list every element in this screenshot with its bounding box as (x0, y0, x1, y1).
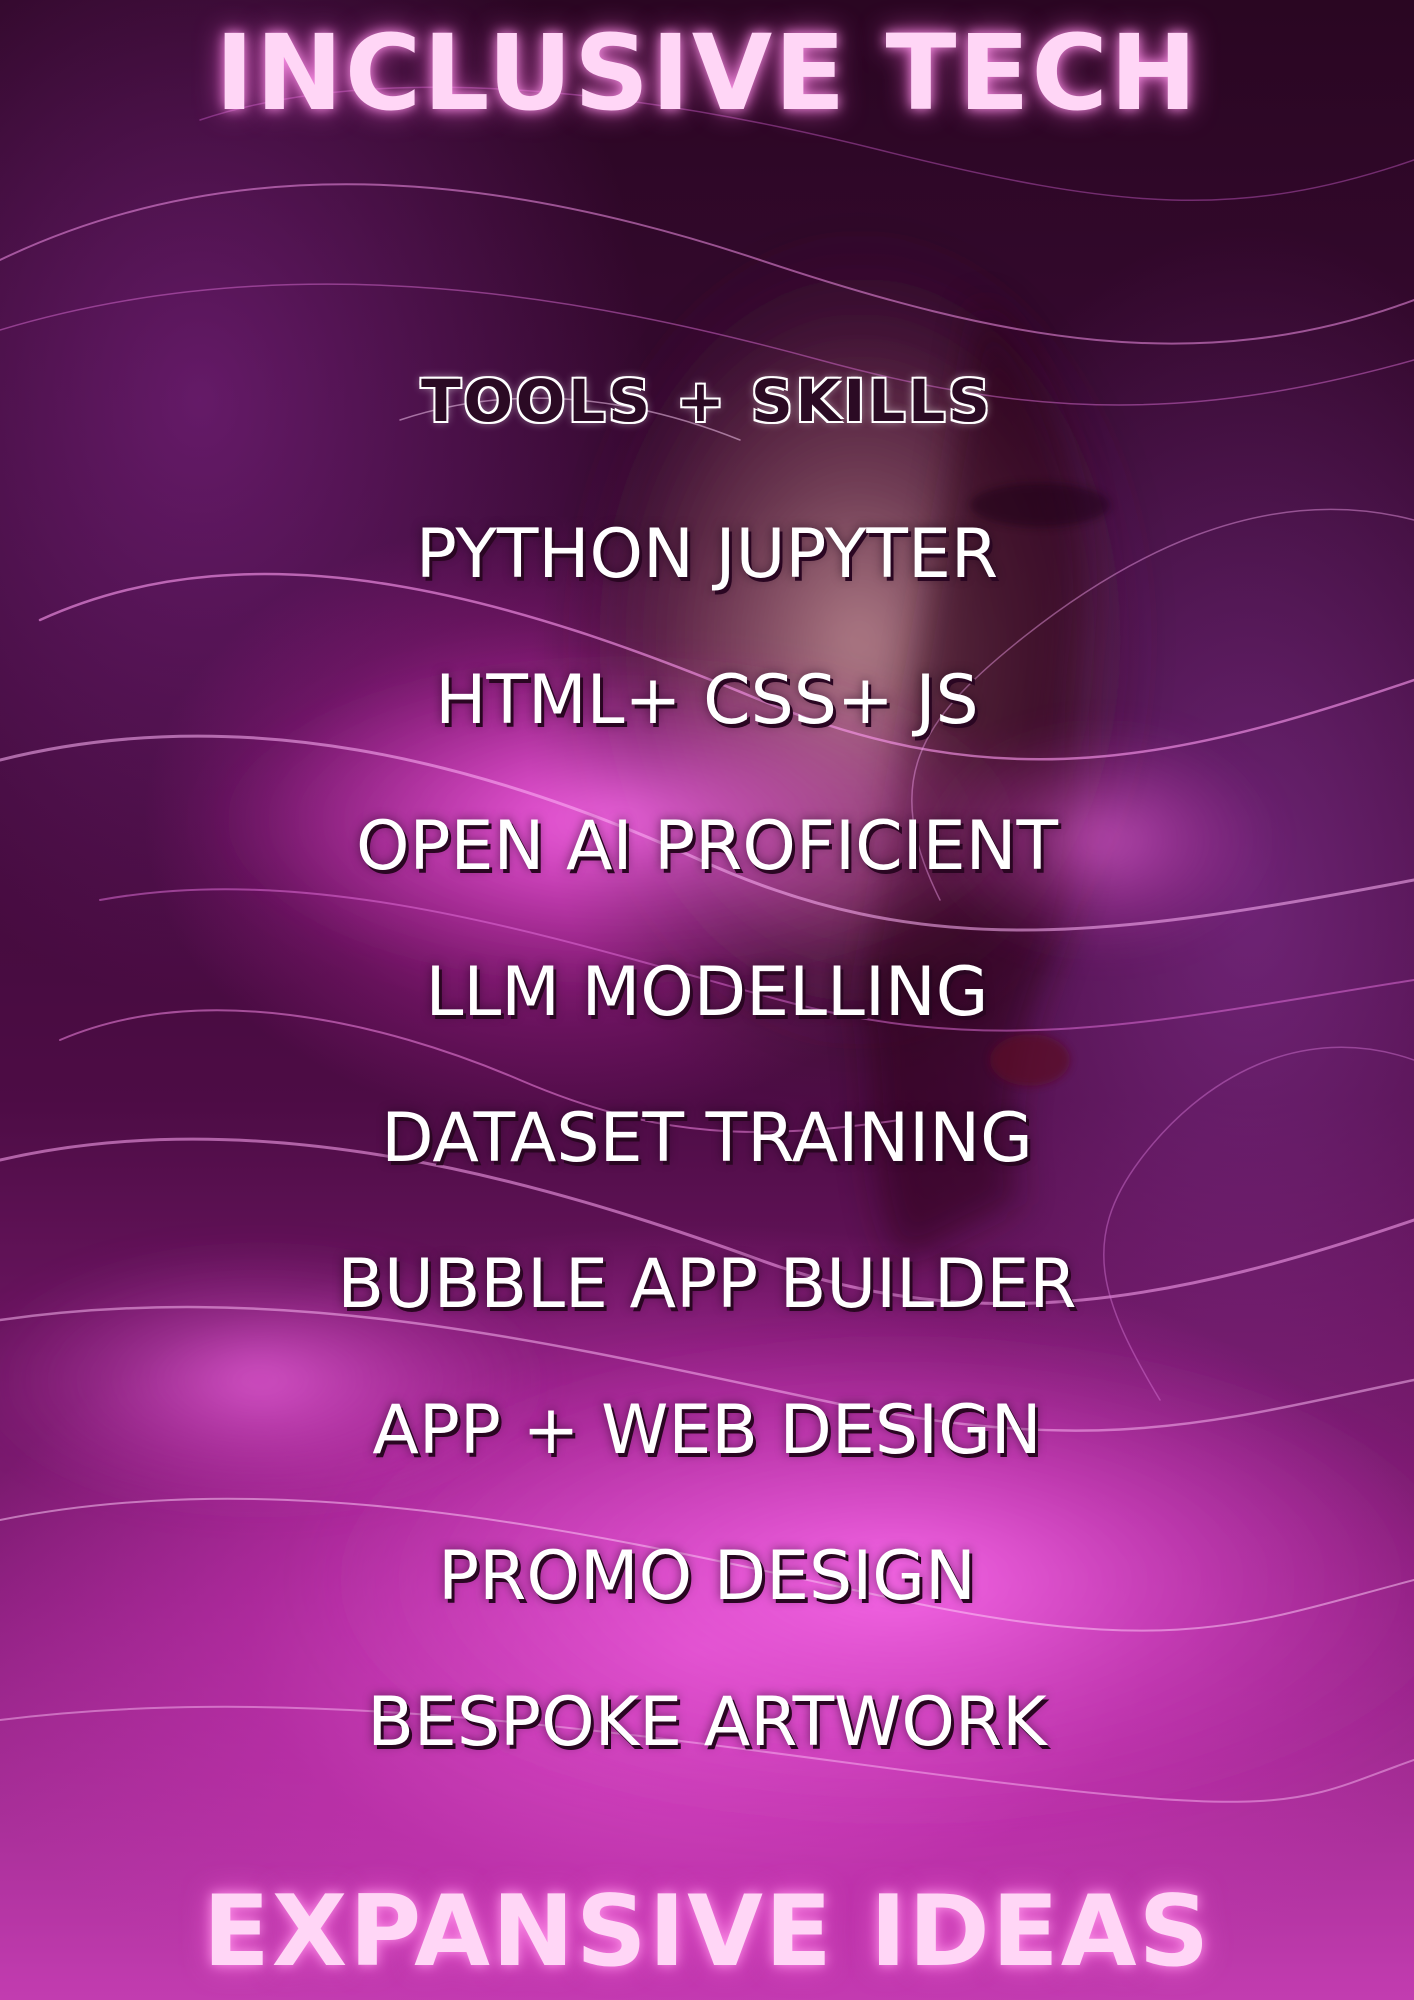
skill-item: LLM MODELLING (425, 953, 989, 1032)
headline-top: INCLUSIVE TECH (215, 12, 1199, 134)
skill-item: OPEN AI PROFICIENT (355, 807, 1058, 886)
skills-list: PYTHON JUPYTER HTML+ CSS+ JS OPEN AI PRO… (0, 500, 1414, 1814)
skill-item: APP + WEB DESIGN (372, 1391, 1042, 1470)
skill-item: PYTHON JUPYTER (415, 515, 999, 594)
skill-item: BESPOKE ARTWORK (367, 1683, 1047, 1762)
poster: INCLUSIVE TECH TOOLS + SKILLS PYTHON JUP… (0, 0, 1414, 2000)
headline-bottom: EXPANSIVE IDEAS (202, 1875, 1212, 1989)
skill-item: HTML+ CSS+ JS (435, 661, 979, 740)
skill-item: DATASET TRAINING (381, 1099, 1033, 1178)
section-heading: TOOLS + SKILLS (421, 367, 993, 435)
skill-item: BUBBLE APP BUILDER (337, 1245, 1077, 1324)
skill-item: PROMO DESIGN (438, 1537, 976, 1616)
